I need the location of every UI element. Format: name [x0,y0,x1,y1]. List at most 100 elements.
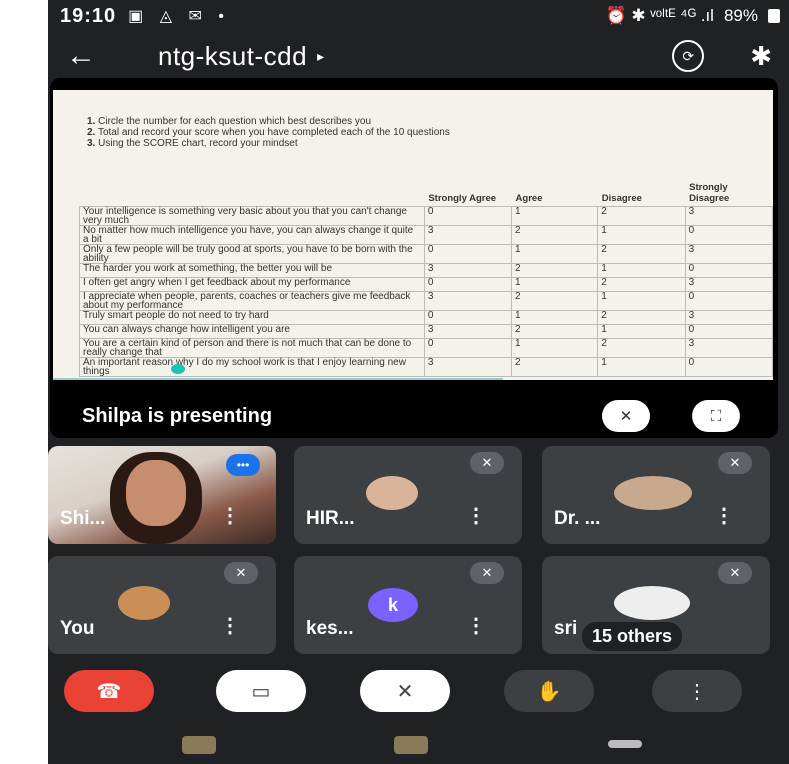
meeting-code[interactable]: ntg-ksut-cdd [158,41,307,72]
score-cell: 1 [597,225,686,245]
score-cell: 1 [597,291,686,311]
participant-name: HIR... [306,508,355,529]
mic-toggle-button[interactable]: ✕ [360,670,450,712]
score-cell: 3 [684,277,774,292]
table-row: I appreciate when people, parents, coach… [79,291,774,311]
score-cell: 2 [511,263,599,278]
more-options-icon[interactable]: ⋮ [220,613,240,638]
score-cell: 2 [597,277,686,292]
score-cell: 2 [511,357,599,377]
switch-camera-icon[interactable]: ⟳ [672,40,705,72]
statement-cell: Truly smart people do not need to try ha… [79,310,425,325]
table-row: Your intelligence is something very basi… [79,206,774,226]
slide-progress-line [53,378,503,380]
statement-cell: You are a certain kind of person and the… [79,338,425,358]
slide-marker [171,364,185,374]
instruction-1: 1. Circle the number for each question w… [87,116,372,127]
mindset-table: Strongly Agree Agree Disagree Strongly D… [79,174,774,377]
mic-off-icon: ✕ [224,562,258,584]
table-row: You are a certain kind of person and the… [79,338,774,358]
score-cell: 1 [511,244,599,264]
table-row: Truly smart people do not need to try ha… [79,310,774,325]
end-call-button[interactable]: ☎ [64,670,154,712]
others-count[interactable]: 15 others [582,622,683,651]
score-cell: 1 [597,324,686,339]
table-row: The harder you work at something, the be… [79,263,774,278]
score-cell: 3 [684,244,774,264]
table-body: Your intelligence is something very basi… [79,206,774,377]
table-row: I often get angry when I get feedback ab… [79,277,774,292]
participant-name: Dr. ... [554,508,601,529]
fullscreen-button[interactable]: ⛶ [692,400,740,432]
more-options-icon[interactable]: ⋮ [714,503,734,528]
caret-right-icon[interactable]: ▸ [317,48,324,65]
unpin-button[interactable]: ✕ [602,400,650,432]
statement-cell: I often get angry when I get feedback ab… [79,277,425,292]
statement-cell: The harder you work at something, the be… [79,263,425,278]
score-cell: 3 [423,324,513,339]
score-cell: 0 [684,291,774,311]
camera-toggle-button[interactable]: ▭ [216,670,306,712]
mic-off-icon: ✕ [718,562,752,584]
meet-screen: 19:10 ▣ ◬ ✉ • ⏰ ✱ ᵛᵒˡᵗᴱ ⁴ᴳ .ıl 89% ← ntg… [48,0,789,764]
more-options-icon[interactable]: ⋮ [220,503,240,528]
score-cell: 0 [423,338,513,358]
avatar [614,476,692,510]
participant-name: You [60,618,95,639]
score-cell: 3 [684,310,774,325]
system-nav-bar [48,722,789,764]
score-cell: 0 [684,263,774,278]
table-row: You can always change how intelligent yo… [79,324,774,339]
score-cell: 3 [684,338,774,358]
back-arrow-icon[interactable]: ← [66,39,106,73]
participant-tile[interactable]: ✕ sri 15 others [542,556,770,654]
raise-hand-button[interactable]: ✋ [504,670,594,712]
avatar: k [368,588,418,622]
column-header: Disagree [601,193,642,204]
score-cell: 1 [597,263,686,278]
participant-tile[interactable]: ••• Shi... ⋮ [48,446,276,544]
more-options-icon[interactable]: ⋮ [466,613,486,638]
more-button[interactable]: ⋮ [652,670,742,712]
call-controls: ☎ ▭ ✕ ✋ ⋮ [48,652,789,722]
score-cell: 0 [423,277,513,292]
meeting-header: ← ntg-ksut-cdd ▸ ⟳ ✱ [48,32,789,80]
column-header: Strongly Disagree [689,182,730,204]
score-cell: 2 [597,244,686,264]
shared-slide: 1. Circle the number for each question w… [53,90,774,380]
score-cell: 2 [511,291,599,311]
score-cell: 3 [684,206,774,226]
participant-tile[interactable]: ✕ k kes... ⋮ [294,556,522,654]
nav-app-icon[interactable] [608,740,642,748]
bluetooth-icon[interactable]: ✱ [750,41,772,72]
participant-tile[interactable]: ✕ You ⋮ [48,556,276,654]
mic-off-icon: ✕ [470,452,504,474]
column-header: Strongly Agree [428,193,497,204]
score-cell: 0 [423,310,513,325]
score-cell: 0 [423,244,513,264]
signal-icons: ⏰ ✱ ᵛᵒˡᵗᴱ ⁴ᴳ .ıl [605,6,714,25]
score-cell: 2 [597,206,686,226]
more-options-icon[interactable]: ⋮ [466,503,486,528]
nav-app-icon[interactable] [182,736,216,754]
raise-hand-icon: ✋ [536,680,562,703]
score-cell: 3 [423,357,513,377]
avatar [118,586,170,620]
participant-tile[interactable]: ✕ Dr. ... ⋮ [542,446,770,544]
statement-cell: No matter how much intelligence you have… [79,225,425,245]
slide-instructions: 1. Circle the number for each question w… [87,116,450,149]
instruction-2: 2. Total and record your score when you … [87,127,450,138]
score-cell: 2 [511,324,599,339]
participant-tile[interactable]: ✕ HIR... ⋮ [294,446,522,544]
battery-level: 89% [723,6,758,25]
score-cell: 1 [511,206,599,226]
statement-cell: An important reason why I do my school w… [79,357,425,377]
end-call-icon: ☎ [96,680,122,703]
score-cell: 0 [684,324,774,339]
score-cell: 0 [684,225,774,245]
fullscreen-icon: ⛶ [710,407,722,425]
score-cell: 3 [423,263,513,278]
score-cell: 2 [511,225,599,245]
nav-app-icon[interactable] [394,736,428,754]
status-time: 19:10 [60,4,117,27]
